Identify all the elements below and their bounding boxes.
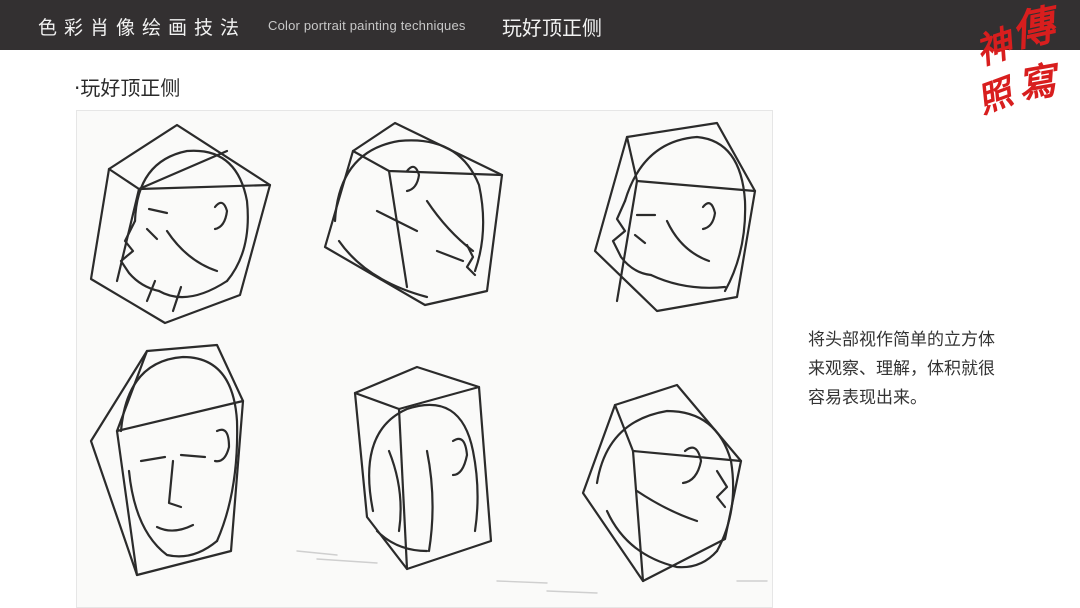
header-title-en: Color portrait painting techniques [268, 18, 466, 33]
logo-char: 寫 [1014, 57, 1060, 108]
caption-text: 将头部视作简单的立方体 来观察、理解，体积就很 容易表现出来。 [808, 326, 1018, 413]
caption-line: 将头部视作简单的立方体 [808, 330, 995, 350]
head-sketch-3 [593, 121, 757, 313]
logo-char: 傳 [1007, 0, 1059, 57]
logo-char: 神 [970, 22, 1018, 74]
caption-line: 容易表现出来。 [808, 388, 927, 408]
logo-char: 照 [972, 72, 1018, 122]
scan-noise [296, 550, 768, 594]
head-sketch-4 [89, 343, 245, 577]
header-title-cn: 色彩肖像绘画技法 [38, 17, 247, 39]
calligraphy-logo: 傳 神 寫 照 [970, 0, 1064, 132]
header-topic: 玩好顶正侧 [502, 16, 602, 40]
head-sketch-6 [581, 383, 743, 583]
head-sketch-2 [323, 121, 504, 307]
head-cube-sketch-figure [76, 110, 773, 608]
slide-subtitle: ·玩好顶正侧 [74, 76, 181, 100]
caption-line: 来观察、理解，体积就很 [808, 359, 995, 379]
head-sketch-5 [353, 365, 493, 571]
header-bar: 色彩肖像绘画技法 Color portrait painting techniq… [0, 0, 1080, 50]
sketch-drawing [89, 121, 768, 594]
head-sketch-1 [89, 123, 272, 325]
